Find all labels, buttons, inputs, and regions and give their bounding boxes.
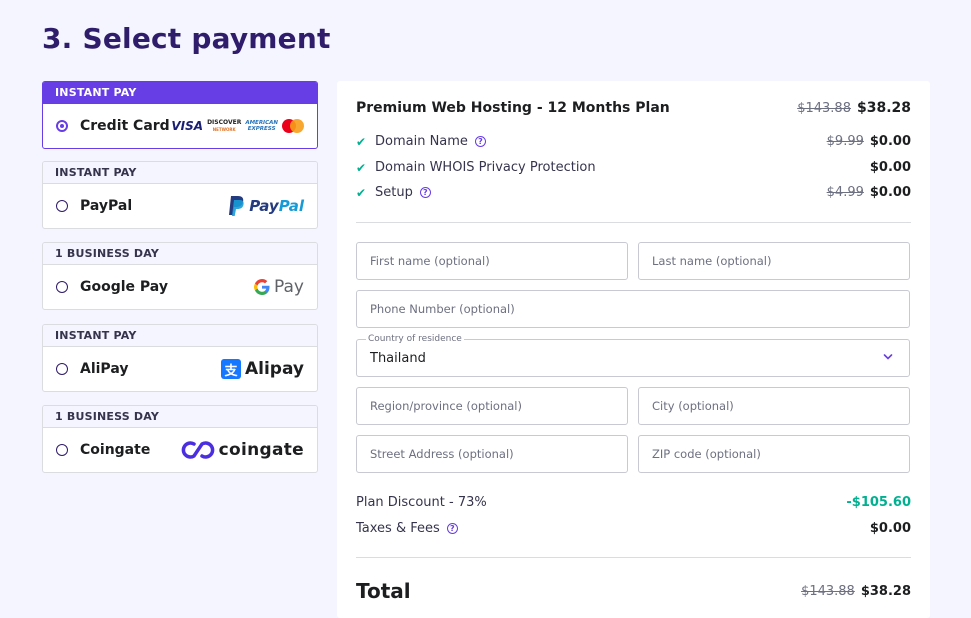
- discover-logo: DISCOVER NETWORK: [207, 119, 242, 132]
- radio-button[interactable]: [56, 200, 68, 212]
- payment-tag: INSTANT PAY: [43, 325, 317, 347]
- payment-option-paypal[interactable]: INSTANT PAY PayPal PayPal: [42, 161, 318, 229]
- zip-field[interactable]: [638, 435, 910, 473]
- city-field[interactable]: [638, 387, 910, 425]
- item-old-price: $9.99: [826, 134, 864, 149]
- payment-label: Google Pay: [80, 279, 168, 295]
- credit-card-logos: VISA DISCOVER NETWORK AMERICAN EXPRESS: [171, 104, 304, 148]
- order-item: ✔ Domain WHOIS Privacy Protection $0.00: [356, 160, 911, 175]
- amex-logo: AMERICAN EXPRESS: [245, 120, 278, 132]
- order-item: ✔ Domain Name ? $9.99 $0.00: [356, 134, 911, 149]
- region-input[interactable]: [357, 388, 627, 424]
- plan-price: $38.28: [856, 100, 911, 116]
- payment-label: Credit Card: [80, 118, 170, 134]
- taxes-row: Taxes & Fees ? $0.00: [356, 521, 911, 536]
- radio-button[interactable]: [56, 444, 68, 456]
- coingate-icon: [181, 441, 214, 459]
- item-old-price: $4.99: [826, 185, 864, 200]
- item-price: $0.00: [869, 185, 911, 200]
- check-icon: ✔: [356, 185, 367, 200]
- total-old-price: $143.88: [801, 583, 855, 599]
- visa-logo: VISA: [171, 119, 204, 133]
- last-name-input[interactable]: [639, 243, 909, 279]
- first-name-input[interactable]: [357, 243, 627, 279]
- check-icon: ✔: [356, 134, 367, 149]
- street-field[interactable]: [356, 435, 628, 473]
- payment-option-credit-card[interactable]: INSTANT PAY Credit Card VISA DISCOVER NET…: [42, 81, 318, 149]
- alipay-icon: 支: [220, 359, 241, 379]
- help-icon[interactable]: ?: [419, 187, 431, 198]
- payment-tag: INSTANT PAY: [43, 162, 317, 184]
- item-price: $0.00: [869, 160, 911, 175]
- divider: [356, 222, 911, 223]
- last-name-field[interactable]: [638, 242, 910, 280]
- chevron-down-icon[interactable]: [883, 352, 893, 362]
- payment-tag: INSTANT PAY: [43, 82, 317, 104]
- country-select[interactable]: Country of residence Thailand: [356, 334, 910, 377]
- help-icon[interactable]: ?: [446, 523, 458, 534]
- item-label: Setup: [375, 185, 413, 200]
- page-title: 3. Select payment: [42, 22, 331, 55]
- total-price: $38.28: [860, 583, 911, 599]
- discount-value: -$105.60: [846, 495, 911, 510]
- discount-row: Plan Discount - 73% -$105.60: [356, 495, 911, 510]
- plan-title: Premium Web Hosting - 12 Months Plan: [356, 100, 670, 116]
- payment-option-google-pay[interactable]: 1 BUSINESS DAY Google Pay Pay: [42, 242, 318, 310]
- total-label: Total: [356, 579, 411, 603]
- payment-label: AliPay: [80, 361, 129, 377]
- payment-option-coingate[interactable]: 1 BUSINESS DAY Coingate coingate: [42, 405, 318, 473]
- coingate-logo: coingate: [181, 428, 304, 472]
- alipay-logo: 支 Alipay: [220, 347, 304, 391]
- first-name-field[interactable]: [356, 242, 628, 280]
- country-value: Thailand: [370, 351, 426, 366]
- paypal-icon: [229, 196, 244, 216]
- zip-input[interactable]: [639, 436, 909, 472]
- order-item: ✔ Setup ? $4.99 $0.00: [356, 185, 911, 200]
- check-icon: ✔: [356, 160, 367, 175]
- region-field[interactable]: [356, 387, 628, 425]
- phone-input[interactable]: [357, 291, 909, 327]
- taxes-label: Taxes & Fees: [356, 521, 440, 536]
- order-summary-panel: Premium Web Hosting - 12 Months Plan $14…: [337, 81, 930, 618]
- total-row: Total $143.88 $38.28: [356, 579, 911, 603]
- payment-label: Coingate: [80, 442, 151, 458]
- mastercard-icon: [282, 119, 304, 133]
- payment-label: PayPal: [80, 198, 133, 214]
- google-g-icon: [254, 279, 270, 295]
- city-input[interactable]: [639, 388, 909, 424]
- payment-tag: 1 BUSINESS DAY: [43, 243, 317, 265]
- street-input[interactable]: [357, 436, 627, 472]
- phone-field[interactable]: [356, 290, 910, 328]
- help-icon[interactable]: ?: [474, 136, 486, 147]
- radio-button[interactable]: [56, 120, 68, 132]
- item-label: Domain Name: [375, 134, 468, 149]
- payment-option-alipay[interactable]: INSTANT PAY AliPay 支 Alipay: [42, 324, 318, 392]
- divider: [356, 557, 911, 558]
- radio-button[interactable]: [56, 363, 68, 375]
- taxes-value: $0.00: [869, 521, 911, 536]
- item-label: Domain WHOIS Privacy Protection: [375, 160, 596, 175]
- google-pay-logo: Pay: [254, 265, 304, 309]
- discount-label: Plan Discount - 73%: [356, 495, 487, 510]
- item-price: $0.00: [869, 134, 911, 149]
- paypal-logo: PayPal: [227, 184, 304, 228]
- radio-button[interactable]: [56, 281, 68, 293]
- payment-tag: 1 BUSINESS DAY: [43, 406, 317, 428]
- plan-old-price: $143.88: [797, 100, 851, 116]
- plan-row: Premium Web Hosting - 12 Months Plan $14…: [356, 100, 911, 116]
- country-label: Country of residence: [366, 334, 464, 344]
